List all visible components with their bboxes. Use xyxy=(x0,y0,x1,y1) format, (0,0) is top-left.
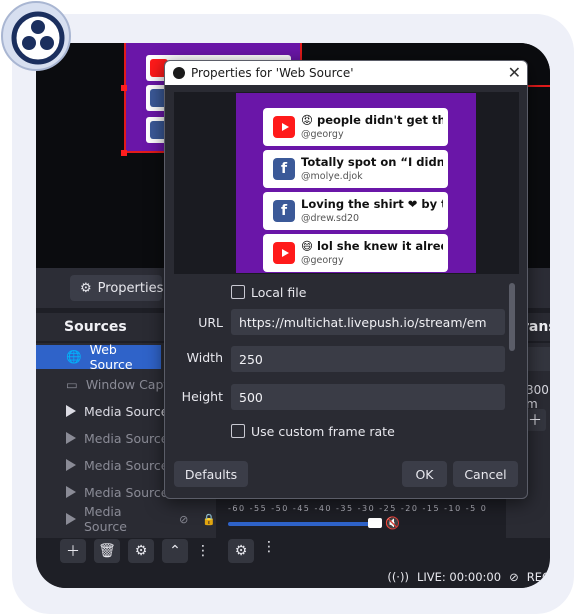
rec-status: REC xyxy=(526,569,550,584)
move-up-button[interactable]: ⌃ xyxy=(162,539,188,563)
url-label: URL xyxy=(198,315,223,330)
ok-button[interactable]: OK xyxy=(402,461,447,487)
transition-duration[interactable]: 300 m xyxy=(526,383,550,411)
play-icon xyxy=(66,486,76,498)
close-icon[interactable]: ✕ xyxy=(508,63,521,82)
defaults-button[interactable]: Defaults xyxy=(174,461,248,487)
dialog-preview: 😡 people didn't get the la .. @georgy f … xyxy=(174,92,519,274)
dialog-title: Properties for 'Web Source' xyxy=(191,66,354,80)
chat-message: f Loving the shirt ❤ by th .. @drew.sd20 xyxy=(263,192,448,230)
youtube-icon xyxy=(273,242,295,264)
chat-message: 😄 lol she knew it alredy @georgy xyxy=(263,234,448,272)
live-status: LIVE: 00:00:00 xyxy=(416,569,502,584)
play-icon xyxy=(66,513,76,525)
properties-button[interactable]: ⚙ Properties xyxy=(70,275,163,301)
muted-speaker-icon[interactable]: 🔇 xyxy=(385,516,400,530)
stream-signal-icon: ((·)) xyxy=(387,569,409,584)
play-icon xyxy=(66,432,76,444)
chat-message: f Totally spot on “I didn’y li.. @molye.… xyxy=(263,150,448,188)
add-source-button[interactable]: ＋ xyxy=(60,539,86,563)
hidden-eye-icon[interactable]: ⊘ xyxy=(179,513,188,526)
height-label: Height xyxy=(181,389,223,404)
volume-knob[interactable] xyxy=(368,518,382,528)
mixer-menu-icon[interactable]: ⋮ xyxy=(262,539,276,563)
custom-fps-label: Use custom frame rate xyxy=(251,424,395,439)
rec-off-icon: ⊘ xyxy=(509,569,519,584)
width-input[interactable]: 250 xyxy=(231,346,505,372)
advanced-audio-button[interactable]: ⚙ xyxy=(228,539,254,563)
cancel-button[interactable]: Cancel xyxy=(453,461,518,487)
obs-small-icon xyxy=(173,67,185,79)
audio-mixer: -60 -55 -50 -45 -40 -35 -30 -25 -20 -15 … xyxy=(224,498,486,568)
lock-icon[interactable]: 🔒 xyxy=(202,513,216,526)
height-input[interactable]: 500 xyxy=(231,384,505,410)
width-label: Width xyxy=(186,350,223,365)
properties-form: Local file URL https://multichat.livepus… xyxy=(165,279,527,457)
volume-slider[interactable] xyxy=(228,522,373,526)
form-scrollbar[interactable] xyxy=(509,283,515,351)
resize-handle[interactable] xyxy=(121,85,127,91)
play-icon xyxy=(66,405,76,417)
sources-toolbar: ＋ 🗑 ⚙ ⌃ ⋮ xyxy=(36,536,226,566)
custom-fps-checkbox[interactable] xyxy=(231,424,245,438)
source-settings-button[interactable]: ⚙ xyxy=(128,539,154,563)
local-file-label: Local file xyxy=(251,285,307,300)
obs-logo xyxy=(1,1,71,71)
source-item-media-source[interactable]: Media Source ⊘ 🔒 xyxy=(36,504,216,534)
sources-header: Sources xyxy=(36,313,181,341)
mixer-toolbar: ⚙ ⋮ xyxy=(228,539,276,563)
globe-icon: 🌐 xyxy=(66,349,82,364)
youtube-icon xyxy=(273,116,295,138)
play-icon xyxy=(66,459,76,471)
facebook-icon: f xyxy=(273,200,295,222)
gear-icon: ⚙ xyxy=(80,280,92,296)
chat-overlay: 😡 people didn't get the la .. @georgy f … xyxy=(236,93,476,273)
transition-select[interactable] xyxy=(526,347,550,371)
chat-message: 😡 people didn't get the la .. @georgy xyxy=(263,108,448,146)
source-item-web-source[interactable]: 🌐 Web Source xyxy=(36,342,161,372)
status-bar: ((·)) LIVE: 00:00:00 ⊘ REC xyxy=(36,565,550,588)
properties-dialog: Properties for 'Web Source' ✕ 😡 people d… xyxy=(164,60,528,499)
window-icon: ▭ xyxy=(66,376,78,392)
more-options-icon[interactable]: ⋮ xyxy=(196,543,210,559)
facebook-icon: f xyxy=(273,158,295,180)
resize-handle[interactable] xyxy=(121,150,127,156)
local-file-checkbox[interactable] xyxy=(231,285,245,299)
remove-source-button[interactable]: 🗑 xyxy=(94,539,120,563)
url-input[interactable]: https://multichat.livepush.io/stream/em xyxy=(231,309,505,335)
dialog-titlebar[interactable]: Properties for 'Web Source' ✕ xyxy=(165,61,527,85)
db-scale: -60 -55 -50 -45 -40 -35 -30 -25 -20 -15 … xyxy=(228,504,488,513)
